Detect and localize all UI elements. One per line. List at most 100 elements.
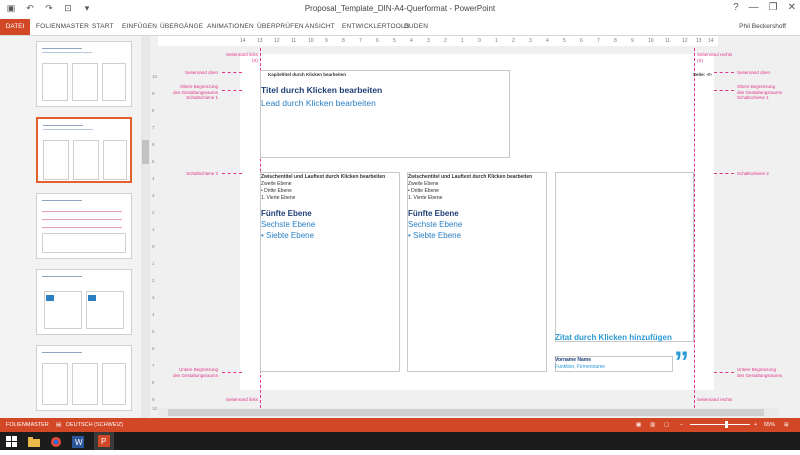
ruler-tick: 11 xyxy=(665,38,671,44)
ruler-tick: 13 xyxy=(696,38,702,44)
powerpoint-taskbar-button[interactable]: P xyxy=(94,432,114,450)
thumbnail-scrollbar[interactable] xyxy=(141,36,150,418)
ruler-tick: 0 xyxy=(152,244,155,249)
slide-sorter-icon[interactable]: ▥ xyxy=(650,422,655,428)
zoom-slider-thumb[interactable] xyxy=(725,421,728,428)
folder-icon[interactable] xyxy=(28,435,40,447)
ruler-tick: 3 xyxy=(427,38,430,44)
tab-start[interactable]: START xyxy=(92,23,114,30)
slide-thumbnail-selected[interactable] xyxy=(36,117,132,183)
ruler-tick: 9 xyxy=(631,38,634,44)
guide-right-margin[interactable] xyxy=(694,48,695,408)
quote-placeholder[interactable] xyxy=(555,172,694,342)
author-name[interactable]: Vorname Name xyxy=(555,357,591,363)
zoom-out-button[interactable]: − xyxy=(680,422,683,428)
ruler-tick: 13 xyxy=(257,38,263,44)
tab-animationen[interactable]: ANIMATIONEN xyxy=(207,23,254,30)
help-button[interactable]: ? xyxy=(733,2,739,13)
ruler-tick: 7 xyxy=(359,38,362,44)
fit-slide-icon[interactable]: ⊞ xyxy=(784,422,789,428)
slide-title[interactable]: Titel durch Klicken bearbeiten xyxy=(261,85,382,95)
zoom-in-button[interactable]: + xyxy=(754,422,757,428)
zoom-level[interactable]: 65% xyxy=(764,422,775,428)
content-text-left[interactable]: Zwischentitel und Lauftext durch Klicken… xyxy=(261,174,399,241)
ruler-tick: 7 xyxy=(152,125,155,130)
notes-icon[interactable]: ▤ xyxy=(56,422,61,428)
ruler-tick: 4 xyxy=(152,312,155,317)
level-3-text: • Dritte Ebene xyxy=(408,188,439,194)
level-2-text: Zweite Ebene xyxy=(261,181,292,187)
ruler-tick: 6 xyxy=(152,346,155,351)
tab-folienmaster[interactable]: FOLIENMASTER xyxy=(36,23,89,30)
ruler-tick: 1 xyxy=(495,38,498,44)
tab-ueberpruefen[interactable]: ÜBERPRÜFEN xyxy=(257,23,304,30)
normal-view-icon[interactable]: ▦ xyxy=(636,422,641,428)
chapter-title[interactable]: Kapiteltitel durch Klicken bearbeiten xyxy=(268,72,346,77)
slide-thumbnail[interactable] xyxy=(36,41,132,107)
guide-label: Untere Begrenzung des Gestaltungsraums xyxy=(172,367,218,378)
guide-top-margin-right xyxy=(714,72,734,73)
ruler-tick: 9 xyxy=(325,38,328,44)
guide-upper-right xyxy=(714,90,734,91)
guide-mid-left xyxy=(222,173,242,174)
page-number-field[interactable]: Seite: ‹#› xyxy=(693,72,712,77)
ruler-tick: 11 xyxy=(291,38,297,44)
tab-file[interactable]: DATEI xyxy=(0,19,30,35)
author-function[interactable]: Funktion, Firmenname xyxy=(555,364,605,370)
ruler-tick: 3 xyxy=(529,38,532,44)
ruler-tick: 14 xyxy=(240,38,246,44)
slide-thumbnail-pane[interactable] xyxy=(0,36,150,418)
slide-thumbnail[interactable] xyxy=(36,345,132,411)
ruler-tick: 2 xyxy=(444,38,447,44)
slide-thumbnail[interactable] xyxy=(36,193,132,259)
level-4-text: 1. Vierte Ebene xyxy=(408,195,443,201)
column-heading: Zwischentitel und Lauftext durch Klicken… xyxy=(408,174,533,180)
ruler-tick: 9 xyxy=(152,397,155,402)
content-text-middle[interactable]: Zwischentitel und Lauftext durch Klicken… xyxy=(408,174,546,241)
language-label[interactable]: DEUTSCH (SCHWEIZ) xyxy=(66,422,123,428)
ruler-tick: 7 xyxy=(597,38,600,44)
guide-upper-left xyxy=(222,90,242,91)
ruler-tick: 4 xyxy=(410,38,413,44)
ruler-tick: 3 xyxy=(152,295,155,300)
guide-lower-left xyxy=(222,372,242,373)
ruler-tick: 10 xyxy=(648,38,654,44)
ruler-tick: 8 xyxy=(342,38,345,44)
reading-view-icon[interactable]: ▢ xyxy=(664,422,669,428)
browser-icon[interactable] xyxy=(50,435,62,447)
tab-entwicklertools[interactable]: ENTWICKLERTOOLS xyxy=(342,23,409,30)
horizontal-scrollbar[interactable] xyxy=(158,408,778,417)
zoom-slider[interactable] xyxy=(690,424,750,425)
level-6-text: Sechste Ebene xyxy=(408,220,463,229)
ruler-tick: 1 xyxy=(461,38,464,44)
tab-ansicht[interactable]: ANSICHT xyxy=(305,23,335,30)
guide-label: Obere Begrenzung des Gestaltungsraums Sc… xyxy=(172,84,218,100)
status-bar: FOLIENMASTER ▤ DEUTSCH (SCHWEIZ) ▦ ▥ ▢ −… xyxy=(0,418,800,432)
svg-text:W: W xyxy=(75,438,83,447)
maximize-button[interactable]: ❐ xyxy=(769,2,778,13)
ruler-tick: 2 xyxy=(512,38,515,44)
guide-label: Seitenrand rechts (X) xyxy=(697,52,733,63)
minimize-button[interactable]: — xyxy=(749,2,759,13)
tab-duden[interactable]: DUDEN xyxy=(404,23,428,30)
ruler-tick: 12 xyxy=(274,38,280,44)
ruler-tick: 8 xyxy=(152,380,155,385)
windows-start-icon[interactable] xyxy=(6,435,18,447)
title-placeholder[interactable] xyxy=(260,70,510,158)
guide-label: Obere Begrenzung des Gestaltungsraums Sc… xyxy=(737,84,783,100)
title-bar: ▣ ↶ ↷ ⊡ ▾ Proposal_Template_DIN-A4-Querf… xyxy=(0,0,800,19)
slide-lead[interactable]: Lead durch Klicken bearbeiten xyxy=(261,98,376,108)
quote-text[interactable]: Zitat durch Klicken hinzufügen xyxy=(555,333,672,342)
guide-label: Seitenrand rechts xyxy=(697,397,733,402)
slide-thumbnail[interactable] xyxy=(36,269,132,335)
guide-label: Untere Begrenzung des Gestaltungsraums xyxy=(737,367,783,378)
taskbar: W P xyxy=(0,432,800,450)
ruler-tick: 8 xyxy=(152,108,155,113)
level-6-text: Sechste Ebene xyxy=(261,220,316,229)
user-name[interactable]: Phil Beckershoff xyxy=(739,23,786,30)
tab-einfuegen[interactable]: EINFÜGEN xyxy=(122,23,157,30)
word-icon[interactable]: W xyxy=(72,435,84,448)
ruler-tick: 3 xyxy=(152,193,155,198)
close-button[interactable]: ✕ xyxy=(788,2,796,13)
tab-uebergaenge[interactable]: ÜBERGÄNGE xyxy=(160,23,203,30)
